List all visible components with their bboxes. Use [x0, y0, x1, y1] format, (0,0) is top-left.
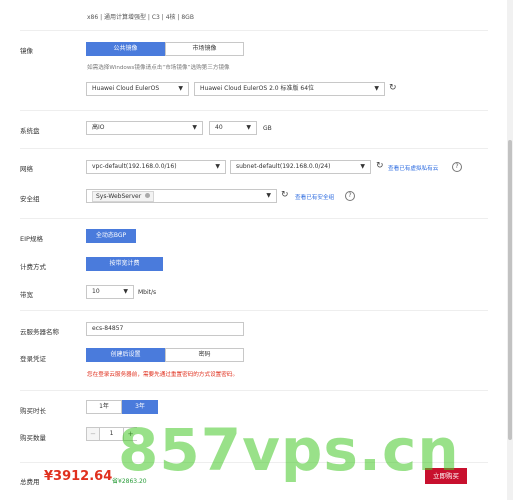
divider — [20, 310, 488, 311]
disk-type-select[interactable]: 高IO ▼ — [86, 121, 203, 135]
system-disk-label: 系统盘 — [20, 127, 40, 135]
divider — [20, 148, 488, 149]
bandwidth-select[interactable]: 10 ▼ — [86, 285, 134, 299]
os-version-select[interactable]: Huawei Cloud EulerOS 2.0 标准版 64位 ▼ — [194, 82, 385, 96]
tab-set-after-create[interactable]: 创建后设置 — [86, 348, 165, 362]
image-hint: 如需选择Windows镜像请点击“市场镜像”选购第三方镜像 — [87, 65, 230, 71]
chevron-down-icon: ▼ — [178, 85, 183, 92]
chevron-down-icon: ▼ — [374, 85, 379, 92]
bandwidth-label: 带宽 — [20, 291, 33, 299]
divider — [20, 390, 488, 391]
security-group-tag: Sys-WebServer — [92, 191, 155, 202]
subnet-value: subnet-default(192.168.0.0/24) — [236, 163, 331, 170]
tab-market-image[interactable]: 市场镜像 — [165, 42, 244, 56]
server-name-label: 云服务器名称 — [20, 328, 59, 336]
billing-label: 计费方式 — [20, 263, 46, 271]
subnet-select[interactable]: subnet-default(192.168.0.0/24) ▼ — [230, 160, 371, 174]
os-select-value: Huawei Cloud EulerOS — [92, 85, 160, 92]
help-icon[interactable]: ? — [452, 162, 462, 172]
duration-label: 购买时长 — [20, 407, 46, 415]
eip-label: EIP规格 — [20, 235, 43, 243]
divider — [20, 218, 488, 219]
quantity-label: 购买数量 — [20, 434, 46, 442]
disk-unit: GB — [263, 125, 272, 132]
divider — [20, 30, 488, 31]
login-label: 登录凭证 — [20, 355, 46, 363]
disk-size-value: 40 — [215, 124, 223, 131]
login-warning: 您在登录云服务器前，需要先通过重置密码的方式设置密码。 — [87, 372, 239, 378]
server-name-value: ecs-84857 — [92, 325, 124, 332]
watermark: 857vps.cn — [118, 416, 460, 484]
quantity-minus-button[interactable]: − — [87, 428, 100, 440]
disk-type-value: 高IO — [92, 124, 105, 131]
refresh-icon[interactable]: ↻ — [281, 190, 289, 200]
os-version-value: Huawei Cloud EulerOS 2.0 标准版 64位 — [200, 85, 315, 92]
chevron-down-icon: ▼ — [123, 288, 128, 295]
billing-bandwidth-button[interactable]: 按带宽计费 — [86, 257, 163, 271]
vpc-value: vpc-default(192.168.0.0/16) — [92, 163, 177, 170]
tab-password[interactable]: 密码 — [165, 348, 244, 362]
remove-tag-icon[interactable] — [145, 193, 151, 198]
chevron-down-icon: ▼ — [215, 163, 220, 170]
bandwidth-value: 10 — [92, 288, 100, 295]
security-group-select[interactable]: Sys-WebServer ▼ — [86, 189, 277, 203]
bandwidth-unit: Mbit/s — [138, 289, 157, 296]
spec-summary: x86 | 通用计算增强型 | C3 | 4核 | 8GB — [87, 14, 194, 21]
tab-public-image[interactable]: 公共镜像 — [86, 42, 165, 56]
duration-1-year[interactable]: 1年 — [86, 400, 122, 414]
divider — [20, 110, 488, 111]
duration-3-years[interactable]: 3年 — [122, 400, 158, 414]
os-select[interactable]: Huawei Cloud EulerOS ▼ — [86, 82, 189, 96]
chevron-down-icon: ▼ — [266, 192, 271, 199]
security-group-value: Sys-WebServer — [96, 193, 142, 200]
view-vpc-link[interactable]: 查看已有虚拟私有云 — [388, 164, 438, 172]
chevron-down-icon: ▼ — [246, 124, 251, 131]
image-label: 镜像 — [20, 47, 33, 55]
scrollbar-thumb[interactable] — [508, 140, 512, 440]
vpc-select[interactable]: vpc-default(192.168.0.0/16) ▼ — [86, 160, 226, 174]
eip-bgp-button[interactable]: 全动态BGP — [86, 229, 136, 243]
chevron-down-icon: ▼ — [192, 124, 197, 131]
network-label: 网络 — [20, 165, 33, 173]
help-icon[interactable]: ? — [345, 191, 355, 201]
total-label: 总费用 — [20, 478, 40, 486]
security-group-label: 安全组 — [20, 195, 40, 203]
refresh-icon[interactable]: ↻ — [389, 83, 397, 93]
disk-size-select[interactable]: 40 ▼ — [209, 121, 257, 135]
server-name-input[interactable]: ecs-84857 — [86, 322, 244, 336]
total-price: ¥3912.64 — [44, 469, 113, 484]
refresh-icon[interactable]: ↻ — [376, 161, 384, 171]
view-security-group-link[interactable]: 查看已有安全组 — [295, 193, 334, 201]
chevron-down-icon: ▼ — [360, 163, 365, 170]
